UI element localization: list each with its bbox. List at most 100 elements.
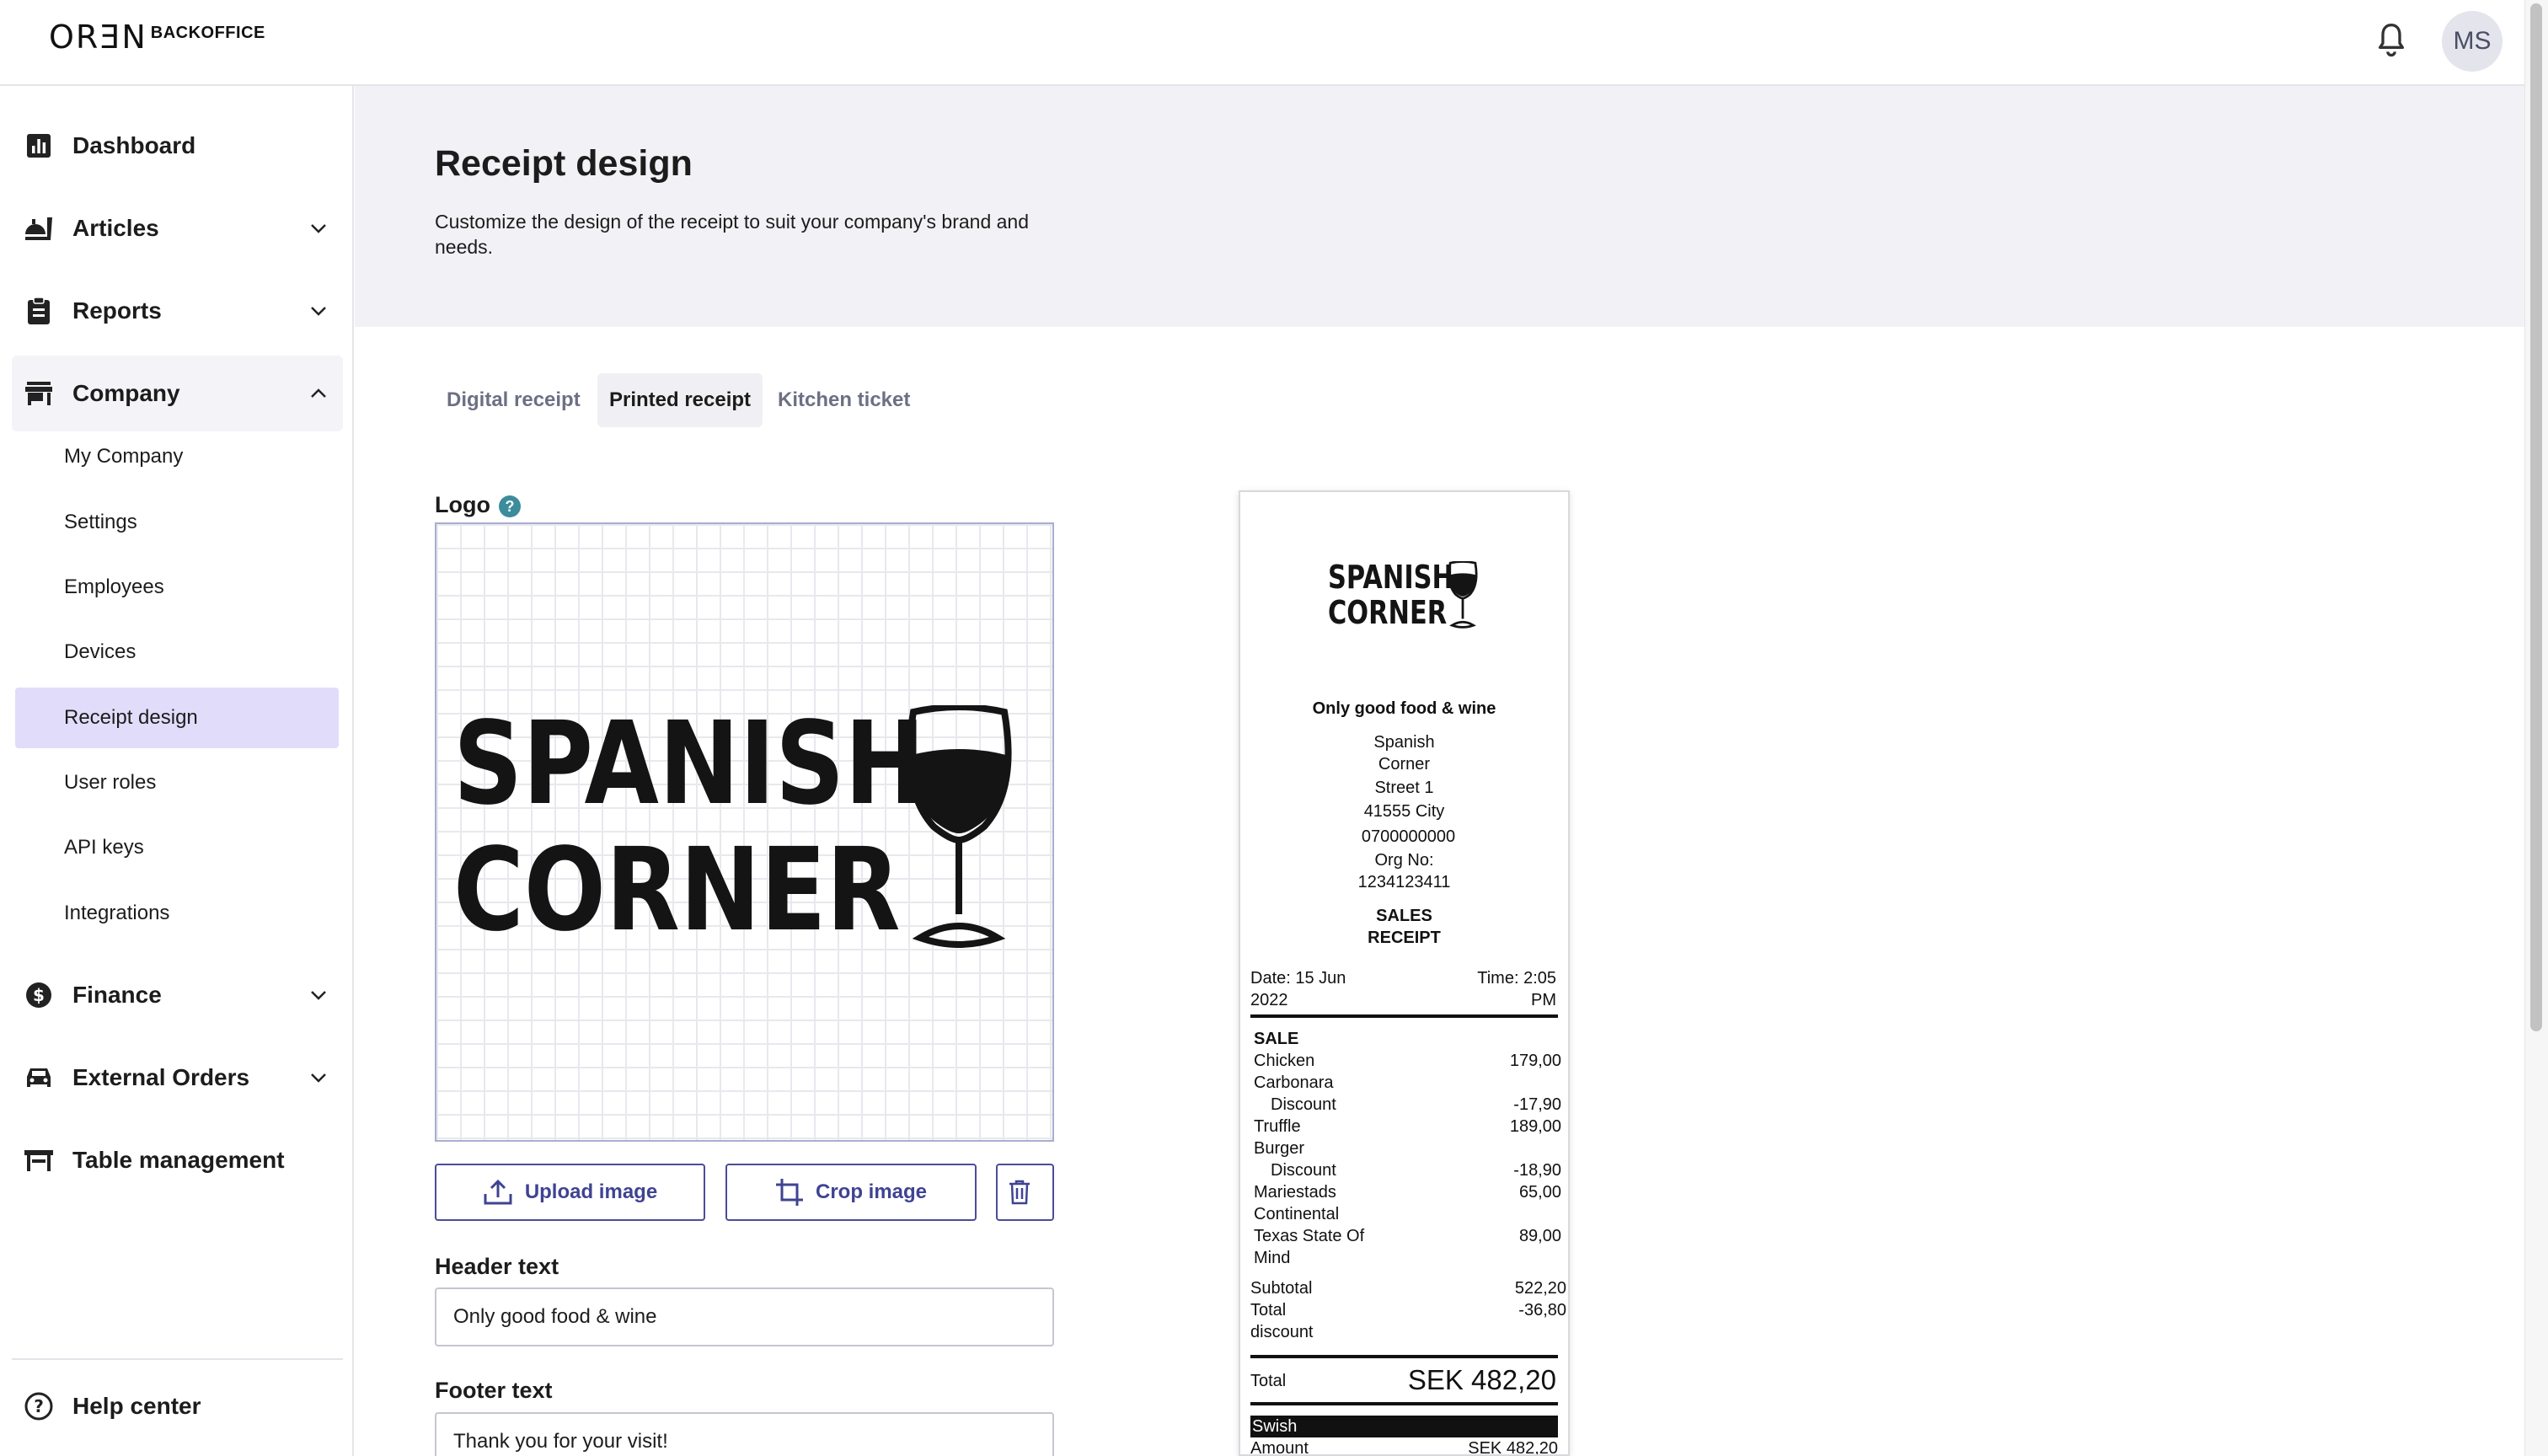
sidebar-label-articles: Articles (72, 215, 159, 241)
tab-digital-receipt[interactable]: Digital receipt (435, 373, 592, 427)
footer-text-input[interactable]: Thank you for your visit! (435, 1412, 1054, 1456)
svg-text:?: ? (34, 1396, 44, 1416)
receipt-item-name: Burger (1254, 1139, 1305, 1158)
receipt-discount-value: -18,90 (1513, 1161, 1561, 1180)
receipt-payment-method: Swish (1252, 1417, 1298, 1436)
receipt-time: Time: 2:05 (1477, 969, 1556, 988)
receipt-preview: SPANISH CORNER Only good food & wine Spa… (1239, 490, 1570, 1456)
upload-image-label: Upload image (524, 1180, 658, 1203)
svg-text:$: $ (33, 985, 45, 1005)
chevron-down-icon (311, 1073, 326, 1083)
receipt-org-label: Org No: (1374, 851, 1434, 870)
page-header (355, 86, 2524, 327)
brand-logo: SPANISH CORNER (453, 701, 1018, 954)
receipt-brand-line-1: SPANISH (1328, 559, 1454, 596)
user-avatar[interactable]: MS (2442, 11, 2502, 72)
page-title: Receipt design (435, 143, 693, 184)
chevron-up-icon (311, 388, 326, 398)
chevron-down-icon (311, 307, 326, 316)
receipt-item-name: Carbonara (1254, 1073, 1334, 1092)
trash-icon (1009, 1180, 1030, 1205)
sidebar-item-dashboard[interactable]: Dashboard (12, 108, 343, 184)
store-icon (24, 378, 54, 409)
receipt-item-price: 65,00 (1518, 1183, 1561, 1202)
logo-text: BACKOFFICE (150, 24, 265, 42)
receipt-address-line: Corner (1378, 755, 1431, 774)
brand-line-2: CORNER (453, 824, 901, 957)
receipt-item-name: Continental (1254, 1205, 1340, 1223)
receipt-brand-wordmark: SPANISH CORNER (1328, 559, 1453, 631)
receipt-subtotal-label: Subtotal (1250, 1279, 1313, 1298)
sidebar-item-external-orders[interactable]: External Orders (12, 1040, 343, 1116)
receipt-divider (1250, 1402, 1558, 1405)
sidebar-label-table-management: Table management (72, 1147, 285, 1173)
sidebar-item-finance[interactable]: $ Finance (12, 957, 343, 1033)
receipt-item-name: Chicken (1254, 1052, 1315, 1070)
sidebar-item-user-roles[interactable]: User roles (15, 752, 339, 813)
sidebar-label-dashboard: Dashboard (72, 132, 196, 158)
sidebar-item-help-center[interactable]: ? Help center (12, 1368, 343, 1444)
sidebar-label-external-orders: External Orders (72, 1064, 250, 1090)
receipt-item-name: Texas State Of (1254, 1227, 1365, 1245)
sidebar-item-employees[interactable]: Employees (15, 557, 339, 618)
sidebar-item-company[interactable]: Company (12, 356, 343, 431)
brand-wordmark: SPANISH CORNER (453, 701, 925, 957)
sidebar-label-company: Company (72, 380, 180, 406)
receipt-total-discount-label: discount (1250, 1323, 1314, 1341)
receipt-type: RECEIPT (1368, 929, 1441, 947)
logo-preview[interactable]: SPANISH CORNER (435, 522, 1054, 1142)
sidebar: Dashboard Articles Reports Company My Co… (0, 86, 354, 1456)
receipt-item-price: 89,00 (1518, 1227, 1561, 1245)
receipt-amount-value: SEK 482,20 (1468, 1439, 1558, 1456)
food-icon (24, 213, 54, 244)
logo-mark: ORƎN (49, 19, 147, 56)
dollar-icon: $ (24, 980, 54, 1010)
receipt-divider (1250, 1355, 1558, 1358)
receipt-amount-label: Amount (1250, 1439, 1309, 1456)
receipt-payment-bar: Swish (1250, 1416, 1558, 1437)
header-text-label: Header text (435, 1254, 559, 1279)
receipt-address-line: 41555 City (1363, 802, 1445, 821)
delete-image-button[interactable] (996, 1164, 1054, 1221)
sidebar-item-reports[interactable]: Reports (12, 273, 343, 349)
sidebar-item-devices[interactable]: Devices (15, 622, 339, 682)
receipt-address-line: Street 1 (1374, 779, 1434, 797)
upload-image-button[interactable]: Upload image (435, 1164, 705, 1221)
sidebar-item-receipt-design[interactable]: Receipt design (15, 688, 339, 748)
chevron-down-icon (311, 224, 326, 233)
sidebar-label-finance: Finance (72, 982, 162, 1008)
help-icon: ? (24, 1391, 54, 1421)
sidebar-item-table-management[interactable]: Table management (12, 1122, 343, 1198)
tab-printed-receipt[interactable]: Printed receipt (597, 373, 763, 427)
header-text-input[interactable]: Only good food & wine (435, 1287, 1054, 1346)
clipboard-icon (24, 296, 54, 326)
receipt-phone: 0700000000 (1361, 827, 1456, 846)
receipt-total-value: SEK 482,20 (1407, 1364, 1556, 1395)
tab-kitchen-ticket[interactable]: Kitchen ticket (766, 373, 922, 427)
table-icon (24, 1145, 54, 1175)
receipt-header-text: Only good food & wine (1312, 699, 1496, 718)
receipt-date: 2022 (1250, 991, 1288, 1009)
help-tooltip-icon[interactable]: ? (499, 495, 521, 517)
chevron-down-icon (311, 991, 326, 1000)
receipt-item-name: Truffle (1254, 1117, 1301, 1136)
receipt-total-discount-value: -36,80 (1518, 1301, 1566, 1320)
app-logo[interactable]: ORƎN BACKOFFICE (49, 20, 265, 54)
footer-text-label: Footer text (435, 1378, 553, 1403)
receipt-address-line: Spanish (1373, 733, 1435, 752)
sidebar-item-my-company[interactable]: My Company (15, 426, 339, 487)
scrollbar-thumb[interactable] (2530, 3, 2542, 1031)
crop-image-label: Crop image (815, 1180, 928, 1203)
crop-image-button[interactable]: Crop image (725, 1164, 977, 1221)
receipt-divider (1250, 1014, 1558, 1018)
chart-icon (24, 131, 54, 161)
sidebar-item-api-keys[interactable]: API keys (15, 817, 339, 878)
sidebar-item-settings[interactable]: Settings (15, 492, 339, 553)
receipt-item-name: Mariestads (1254, 1183, 1336, 1202)
sidebar-item-integrations[interactable]: Integrations (15, 883, 339, 944)
bell-icon[interactable] (2374, 22, 2408, 59)
crop-icon (775, 1179, 803, 1206)
receipt-total-label: Total (1250, 1372, 1287, 1390)
receipt-brand-line-2: CORNER (1328, 594, 1448, 631)
sidebar-item-articles[interactable]: Articles (12, 190, 343, 266)
